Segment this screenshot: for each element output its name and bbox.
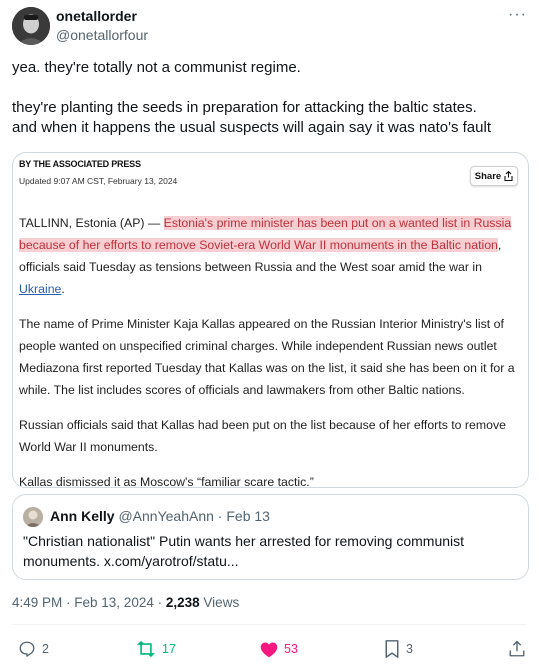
- quoted-author-name: Ann Kelly: [50, 508, 115, 524]
- bookmark-button[interactable]: 3: [384, 638, 413, 660]
- article-paragraph: Russian officials said that Kallas had b…: [19, 418, 506, 454]
- tweet-timestamp: 4:49 PM · Feb 13, 2024 · 2,238 Views: [12, 595, 240, 610]
- more-options-icon[interactable]: ···: [508, 7, 527, 23]
- heart-filled-icon: [260, 641, 278, 658]
- author-avatar[interactable]: [12, 7, 50, 45]
- tweet-line: yea. they're totally not a communist reg…: [12, 59, 301, 76]
- retweet-icon: [136, 640, 156, 658]
- views-count: 2,238: [165, 595, 200, 610]
- tweet-text: yea. they're totally not a communist reg…: [12, 58, 532, 138]
- tweet-date[interactable]: Feb 13, 2024: [74, 595, 154, 610]
- tweet-time[interactable]: 4:49 PM: [12, 595, 62, 610]
- share-button[interactable]: [508, 638, 526, 660]
- article-link-ukraine: Ukraine: [19, 282, 62, 296]
- article-share-label: Share: [474, 170, 502, 182]
- action-bar: 2 17 53 3: [12, 638, 527, 660]
- quoted-text: "Christian nationalist" Putin wants her …: [23, 533, 465, 569]
- quoted-author-handle: @AnnYeahAnn: [118, 508, 214, 524]
- retweet-button[interactable]: 17: [136, 638, 176, 660]
- quoted-author-avatar: [23, 507, 43, 527]
- tweet-header: onetallorder @onetallorfour ···: [12, 7, 527, 47]
- like-button[interactable]: 53: [260, 638, 298, 660]
- quoted-header: Ann Kelly @AnnYeahAnn · Feb 13: [50, 508, 270, 524]
- article-dateline: TALLINN, Estonia (AP) —: [19, 216, 164, 230]
- article-byline: BY THE ASSOCIATED PRESS: [19, 159, 141, 169]
- article-paragraph: The name of Prime Minister Kaja Kallas a…: [19, 317, 515, 397]
- tweet-line: they're planting the seeds in preparatio…: [12, 99, 477, 116]
- quoted-date: Feb 13: [226, 508, 270, 524]
- views-label: Views: [203, 595, 240, 610]
- quoted-tweet[interactable]: Ann Kelly @AnnYeahAnn · Feb 13 "Christia…: [12, 494, 529, 580]
- retweet-count: 17: [162, 642, 176, 656]
- article-body: TALLINN, Estonia (AP) — Estonia's prime …: [19, 212, 519, 488]
- article-share-button: Share: [470, 166, 518, 186]
- author-handle[interactable]: @onetallorfour: [56, 27, 148, 43]
- attached-article-image[interactable]: BY THE ASSOCIATED PRESS Updated 9:07 AM …: [12, 152, 529, 488]
- reply-icon: [18, 640, 36, 658]
- share-icon: [508, 640, 526, 658]
- article-paragraph: TALLINN, Estonia (AP) — Estonia's prime …: [19, 216, 512, 296]
- bookmark-icon: [384, 640, 400, 658]
- bookmark-count: 3: [406, 642, 413, 656]
- article-paragraph: Kallas dismissed it as Moscow's “familia…: [19, 475, 314, 488]
- reply-count: 2: [42, 642, 49, 656]
- divider: [12, 624, 527, 625]
- share-icon: [504, 171, 513, 181]
- tweet-line: and when it happens the usual suspects w…: [12, 119, 491, 136]
- reply-button[interactable]: 2: [18, 638, 49, 660]
- like-count: 53: [284, 642, 298, 656]
- author-name[interactable]: onetallorder: [56, 8, 137, 24]
- article-updated: Updated 9:07 AM CST, February 13, 2024: [19, 176, 178, 186]
